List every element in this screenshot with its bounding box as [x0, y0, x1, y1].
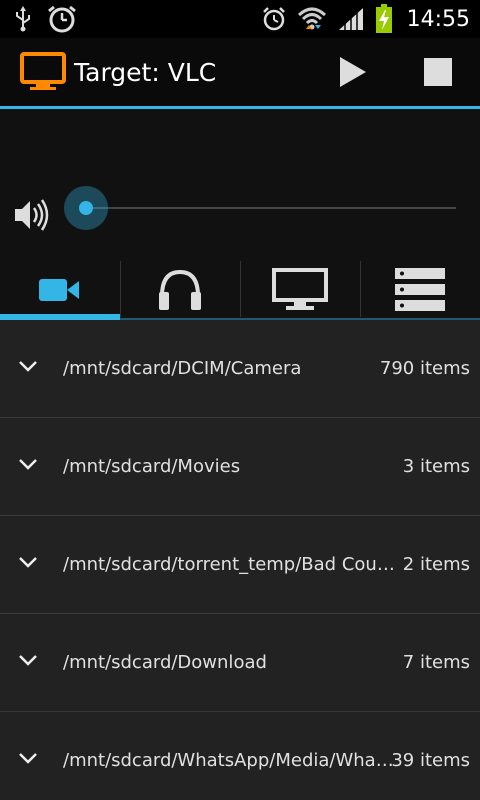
folder-path: /mnt/sdcard/Movies — [63, 456, 241, 477]
page-title: Target: VLC — [74, 57, 217, 87]
folder-path: /mnt/sdcard/DCIM/Camera — [63, 358, 302, 379]
volume-slider-thumb-core — [79, 201, 93, 215]
video-camera-icon — [39, 278, 79, 301]
folder-path: /mnt/sdcard/Download — [63, 652, 267, 673]
list-item[interactable]: /mnt/sdcard/Movies 3 items — [0, 418, 480, 516]
folder-path: /mnt/sdcard/WhatsApp/Media/Wha… — [63, 750, 394, 771]
alarm-clock-icon — [48, 5, 76, 33]
battery-charging-icon — [375, 4, 392, 33]
usb-icon — [16, 6, 30, 32]
tab-audio[interactable] — [120, 259, 240, 320]
alarm-icon — [262, 7, 285, 31]
chevron-down-icon[interactable] — [18, 556, 38, 568]
chevron-down-icon[interactable] — [18, 458, 38, 470]
folder-list: /mnt/sdcard/DCIM/Camera 790 items /mnt/s… — [0, 320, 480, 800]
action-bar: Target: VLC — [0, 38, 480, 106]
status-bar: 14:55 — [0, 0, 480, 38]
volume-panel — [0, 109, 480, 259]
volume-slider-thumb[interactable] — [64, 186, 108, 230]
list-icon — [395, 267, 445, 311]
volume-slider-track[interactable] — [86, 207, 456, 209]
play-icon — [340, 57, 366, 87]
media-tabs — [0, 259, 480, 320]
chevron-down-icon[interactable] — [18, 752, 38, 764]
tab-screen[interactable] — [240, 259, 360, 320]
chevron-down-icon[interactable] — [18, 654, 38, 666]
list-item[interactable]: /mnt/sdcard/torrent_temp/Bad Count… 2 it… — [0, 516, 480, 614]
monitor-icon[interactable] — [20, 52, 66, 92]
screen: 14:55 Target: VLC /mnt/sdcard/DCIM/Camer… — [0, 0, 480, 800]
folder-item-count: 2 items — [402, 554, 470, 575]
play-button[interactable] — [323, 38, 383, 106]
stop-button[interactable] — [408, 38, 468, 106]
list-item[interactable]: /mnt/sdcard/Download 7 items — [0, 614, 480, 712]
chevron-down-icon[interactable] — [18, 360, 38, 372]
list-item[interactable]: /mnt/sdcard/WhatsApp/Media/Wha… 39 items — [0, 712, 480, 800]
folder-item-count: 790 items — [379, 358, 470, 379]
signal-icon — [338, 8, 363, 30]
wifi-icon — [297, 7, 326, 30]
stop-icon — [424, 58, 452, 86]
folder-path: /mnt/sdcard/torrent_temp/Bad Count… — [63, 554, 405, 575]
list-item[interactable]: /mnt/sdcard/DCIM/Camera 790 items — [0, 320, 480, 418]
clock-time: 14:55 — [406, 6, 470, 32]
folder-item-count: 3 items — [402, 456, 470, 477]
folder-item-count: 7 items — [402, 652, 470, 673]
folder-item-count: 39 items — [391, 750, 470, 771]
tab-video[interactable] — [0, 259, 120, 320]
headphones-icon — [159, 269, 201, 310]
tab-list[interactable] — [360, 259, 480, 320]
speaker-icon — [15, 199, 49, 231]
monitor-icon — [272, 267, 328, 310]
